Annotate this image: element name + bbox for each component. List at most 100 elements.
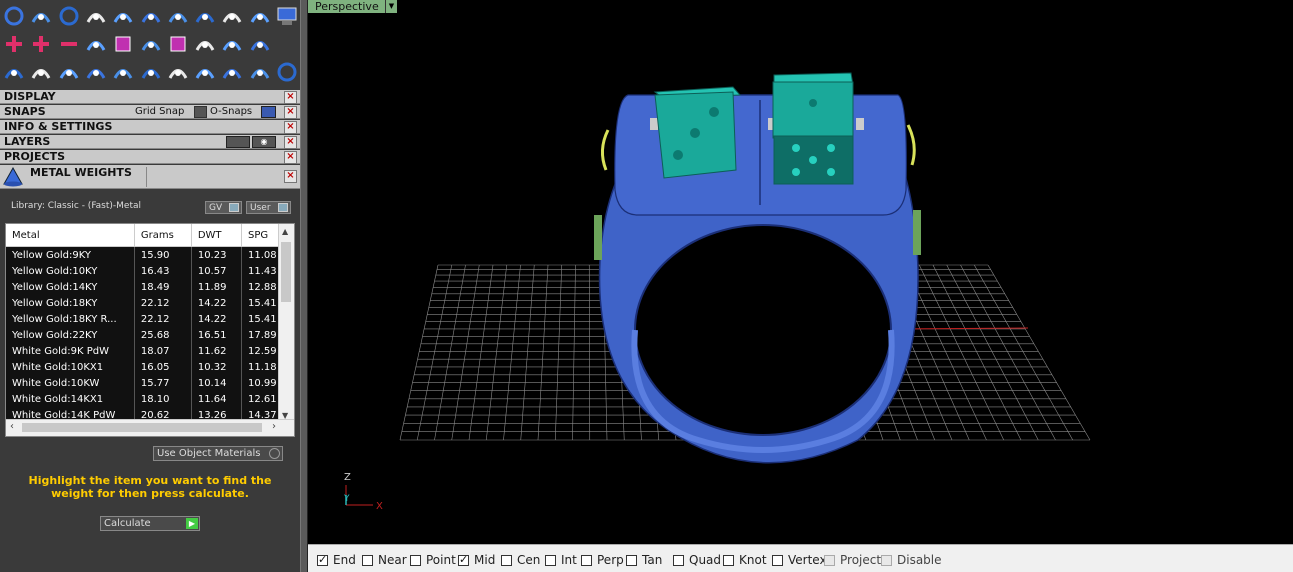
viewport-scene[interactable]: Z Y X xyxy=(308,0,1293,544)
close-icon[interactable]: × xyxy=(284,91,297,104)
panel-layers[interactable]: LAYERS ◉ × xyxy=(0,135,300,149)
table-row[interactable]: Yellow Gold:18KY 22.12 14.22 15.41 xyxy=(6,295,294,311)
checkbox-icon[interactable] xyxy=(501,554,512,566)
use-object-materials-dropdown[interactable]: Use Object Materials xyxy=(153,446,283,461)
close-icon[interactable]: × xyxy=(284,106,297,119)
osnap-near[interactable]: Near xyxy=(362,553,407,567)
horizontal-scrollbar[interactable]: ‹ › xyxy=(6,419,294,436)
panel-info-settings[interactable]: INFO & SETTINGS × xyxy=(0,120,300,134)
close-icon[interactable]: × xyxy=(284,121,297,134)
scroll-thumb[interactable] xyxy=(281,242,291,302)
table-row[interactable]: Yellow Gold:10KY 16.43 10.57 11.43 xyxy=(6,263,294,279)
viewport-dropdown-icon[interactable]: ▼ xyxy=(385,0,397,13)
table-row[interactable]: Yellow Gold:9KY 15.90 10.23 11.08 xyxy=(6,246,294,263)
osnap-point[interactable]: Point xyxy=(410,553,456,567)
gem-icon[interactable] xyxy=(220,4,244,28)
column-header-grams[interactable]: Grams xyxy=(134,224,192,247)
user-toggle[interactable]: User xyxy=(246,201,291,214)
vertical-scrollbar[interactable]: ▲ ▼ xyxy=(278,224,294,422)
osnaps-toggle[interactable] xyxy=(261,106,276,118)
panel-metal-weights[interactable]: METAL WEIGHTS × xyxy=(0,165,300,189)
osnap-knot[interactable]: Knot xyxy=(723,553,767,567)
layer-toggle-icon[interactable] xyxy=(226,136,250,148)
curve-icon[interactable] xyxy=(29,4,53,28)
table-cell: 18.49 xyxy=(134,279,192,295)
osnap-tan[interactable]: Tan xyxy=(626,553,662,567)
panel-display-label: DISPLAY xyxy=(4,90,56,103)
tools-icon[interactable] xyxy=(111,4,135,28)
checkbox-icon[interactable] xyxy=(723,554,734,566)
check-icon[interactable] xyxy=(193,32,217,56)
panel-display[interactable]: DISPLAY × xyxy=(0,90,300,104)
table-row[interactable]: White Gold:10KW 15.77 10.14 10.99 xyxy=(6,375,294,391)
osnap-perp[interactable]: Perp xyxy=(581,553,624,567)
cube-icon[interactable] xyxy=(166,32,190,56)
ring-icon[interactable] xyxy=(57,4,81,28)
panel-icon[interactable] xyxy=(275,4,299,28)
panel-divider[interactable] xyxy=(300,0,308,572)
table-row[interactable]: Yellow Gold:22KY 25.68 16.51 17.89 xyxy=(6,327,294,343)
box-icon[interactable] xyxy=(111,32,135,56)
cubes-icon[interactable] xyxy=(2,60,26,84)
column-header-metal[interactable]: Metal xyxy=(6,224,135,247)
plus-icon[interactable] xyxy=(2,32,26,56)
shield-icon[interactable] xyxy=(193,4,217,28)
group-icon[interactable] xyxy=(193,60,217,84)
calculate-button[interactable]: Calculate ▶ xyxy=(100,516,200,531)
close-icon[interactable]: × xyxy=(284,170,297,183)
checkbox-icon[interactable] xyxy=(362,554,373,566)
sweep-icon[interactable] xyxy=(84,4,108,28)
close-icon[interactable]: × xyxy=(284,136,297,149)
explode-icon[interactable] xyxy=(166,60,190,84)
move-icon[interactable] xyxy=(111,60,135,84)
grid-snap-toggle[interactable] xyxy=(194,106,207,118)
circle-icon[interactable] xyxy=(2,4,26,28)
checkbox-icon[interactable] xyxy=(673,554,684,566)
perspective-viewport[interactable]: Z Y X Perspective ▼ xyxy=(308,0,1293,544)
checkbox-icon[interactable] xyxy=(626,554,637,566)
grid-icon[interactable] xyxy=(220,32,244,56)
lasso-icon[interactable] xyxy=(166,4,190,28)
eye-icon[interactable]: ◉ xyxy=(252,136,276,148)
boolean-icon[interactable] xyxy=(84,32,108,56)
link-icon[interactable] xyxy=(139,32,163,56)
cone-icon[interactable] xyxy=(139,4,163,28)
viewport-label[interactable]: Perspective xyxy=(308,0,386,13)
osnap-vertex[interactable]: Vertex xyxy=(772,553,827,567)
osnap-cen[interactable]: Cen xyxy=(501,553,540,567)
ring-outline-icon[interactable] xyxy=(275,60,299,84)
osnap-mid[interactable]: Mid xyxy=(458,553,495,567)
table-row[interactable]: White Gold:14KX1 18.10 11.64 12.61 xyxy=(6,391,294,407)
osnap-int[interactable]: Int xyxy=(545,553,577,567)
checkbox-icon[interactable] xyxy=(410,554,421,566)
panel-projects[interactable]: PROJECTS × xyxy=(0,150,300,164)
table-row[interactable]: Yellow Gold:14KY 18.49 11.89 12.88 xyxy=(6,279,294,295)
s-icon[interactable] xyxy=(248,4,272,28)
split-icon[interactable] xyxy=(84,60,108,84)
minus-icon[interactable] xyxy=(57,32,81,56)
table-row[interactable]: White Gold:9K PdW 18.07 11.62 12.59 xyxy=(6,343,294,359)
panel-snaps[interactable]: SNAPS Grid Snap O-Snaps × xyxy=(0,105,300,119)
fillet-icon[interactable] xyxy=(57,60,81,84)
checkbox-icon[interactable] xyxy=(581,554,592,566)
checkbox-icon[interactable] xyxy=(458,553,469,566)
plus-stack-icon[interactable] xyxy=(29,32,53,56)
sphere-icon[interactable] xyxy=(248,32,272,56)
osnap-end[interactable]: End xyxy=(317,553,356,567)
osnap-quad[interactable]: Quad xyxy=(673,553,721,567)
gv-toggle[interactable]: GV xyxy=(205,201,242,214)
arc-icon[interactable] xyxy=(29,60,53,84)
checkbox-icon[interactable] xyxy=(317,553,328,566)
table-row[interactable]: Yellow Gold:18KY R... 22.12 14.22 15.41 xyxy=(6,311,294,327)
table-cell: 22.12 xyxy=(134,295,192,311)
hscroll-thumb[interactable] xyxy=(22,423,262,432)
table-row[interactable]: White Gold:10KX1 16.05 10.32 11.18 xyxy=(6,359,294,375)
scale-icon[interactable] xyxy=(139,60,163,84)
checkbox-icon[interactable] xyxy=(772,554,783,566)
ungroup-icon[interactable] xyxy=(220,60,244,84)
close-icon[interactable]: × xyxy=(284,151,297,164)
cut-icon[interactable] xyxy=(248,60,272,84)
checkbox-icon[interactable] xyxy=(545,554,556,566)
column-header-dwt[interactable]: DWT xyxy=(191,224,242,247)
metal-table[interactable]: Metal Grams DWT SPG Yellow Gold:9KY 15.90… xyxy=(5,223,295,437)
